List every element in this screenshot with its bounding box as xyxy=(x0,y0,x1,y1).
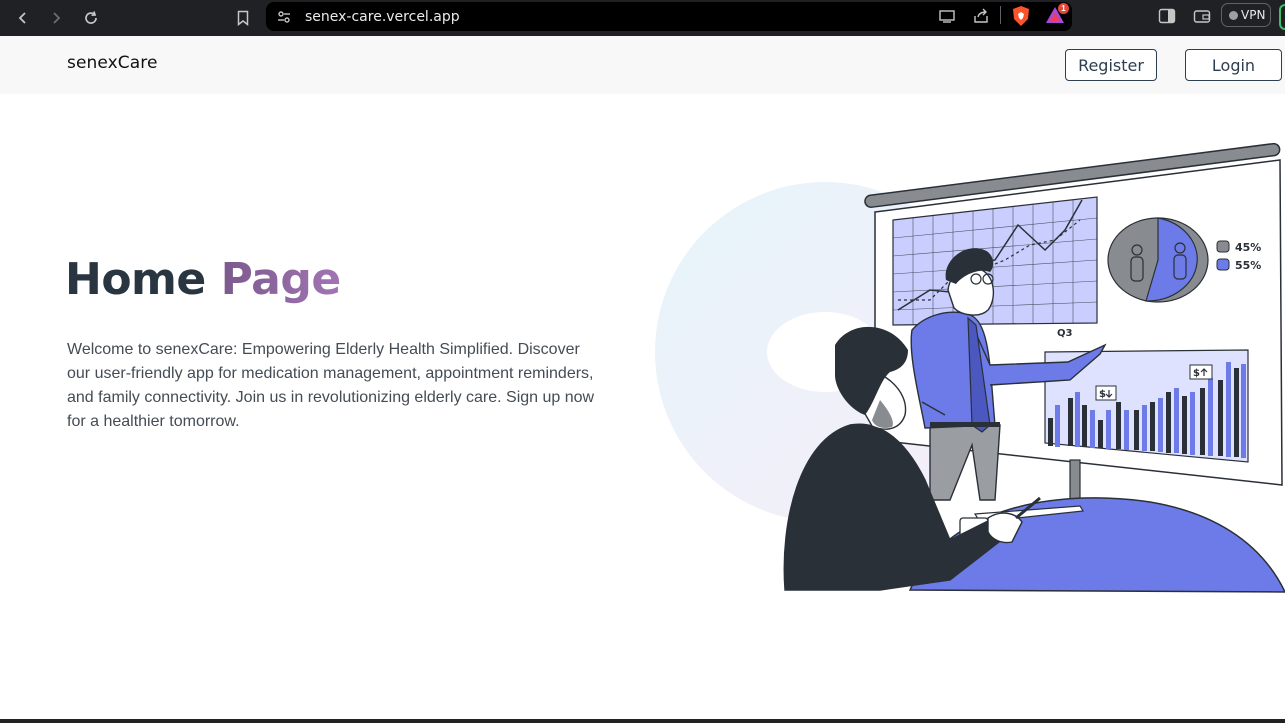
chart-label-q3: Q3 xyxy=(1057,328,1073,339)
toolbar-divider xyxy=(1000,6,1001,24)
presentation-illustration: Q3 45% 55% $ $ xyxy=(655,142,1285,593)
page-title-part2: Page xyxy=(220,254,342,305)
address-bar[interactable]: senex-care.vercel.app xyxy=(266,2,1072,31)
share-icon[interactable] xyxy=(972,7,990,25)
vpn-button[interactable]: VPN xyxy=(1221,3,1271,27)
reload-icon xyxy=(85,11,97,24)
browser-toolbar: senex-care.vercel.app 1 VPN xyxy=(0,0,1285,36)
brand-logo[interactable]: senexCare xyxy=(67,53,158,73)
wallet-icon[interactable] xyxy=(1193,8,1211,24)
register-button[interactable]: Register xyxy=(1065,49,1157,81)
forward-button[interactable] xyxy=(42,4,70,32)
forward-arrow-icon xyxy=(53,12,61,24)
url-text[interactable]: senex-care.vercel.app xyxy=(305,9,460,25)
reload-button[interactable] xyxy=(77,4,105,32)
legend-label-1: 45% xyxy=(1235,241,1261,254)
vpn-status-icon xyxy=(1229,11,1238,20)
window-bottom-edge xyxy=(0,719,1285,723)
money-up-label: $ xyxy=(1193,368,1200,379)
bookmark-button[interactable] xyxy=(229,4,257,32)
hero-description: Welcome to senexCare: Empowering Elderly… xyxy=(67,341,595,430)
back-arrow-icon xyxy=(18,12,26,24)
cast-icon[interactable] xyxy=(938,7,956,25)
line-chart: Q3 xyxy=(892,196,1098,339)
login-button[interactable]: Login xyxy=(1185,49,1282,81)
brave-shield-icon[interactable] xyxy=(1011,5,1031,27)
page-title-part1: Home xyxy=(65,254,206,305)
vpn-label: VPN xyxy=(1241,8,1266,22)
notification-badge: 1 xyxy=(1058,3,1069,14)
legend-label-2: 55% xyxy=(1235,259,1261,272)
page-title: Home Page xyxy=(65,254,341,305)
money-down-label: $ xyxy=(1099,389,1106,400)
sidebar-toggle-icon[interactable] xyxy=(1158,8,1176,24)
site-info-icon[interactable] xyxy=(276,9,292,25)
profile-button[interactable] xyxy=(1279,4,1285,30)
bookmark-icon xyxy=(237,10,249,26)
site-header: senexCare Register Login xyxy=(0,36,1285,94)
back-button[interactable] xyxy=(9,4,37,32)
